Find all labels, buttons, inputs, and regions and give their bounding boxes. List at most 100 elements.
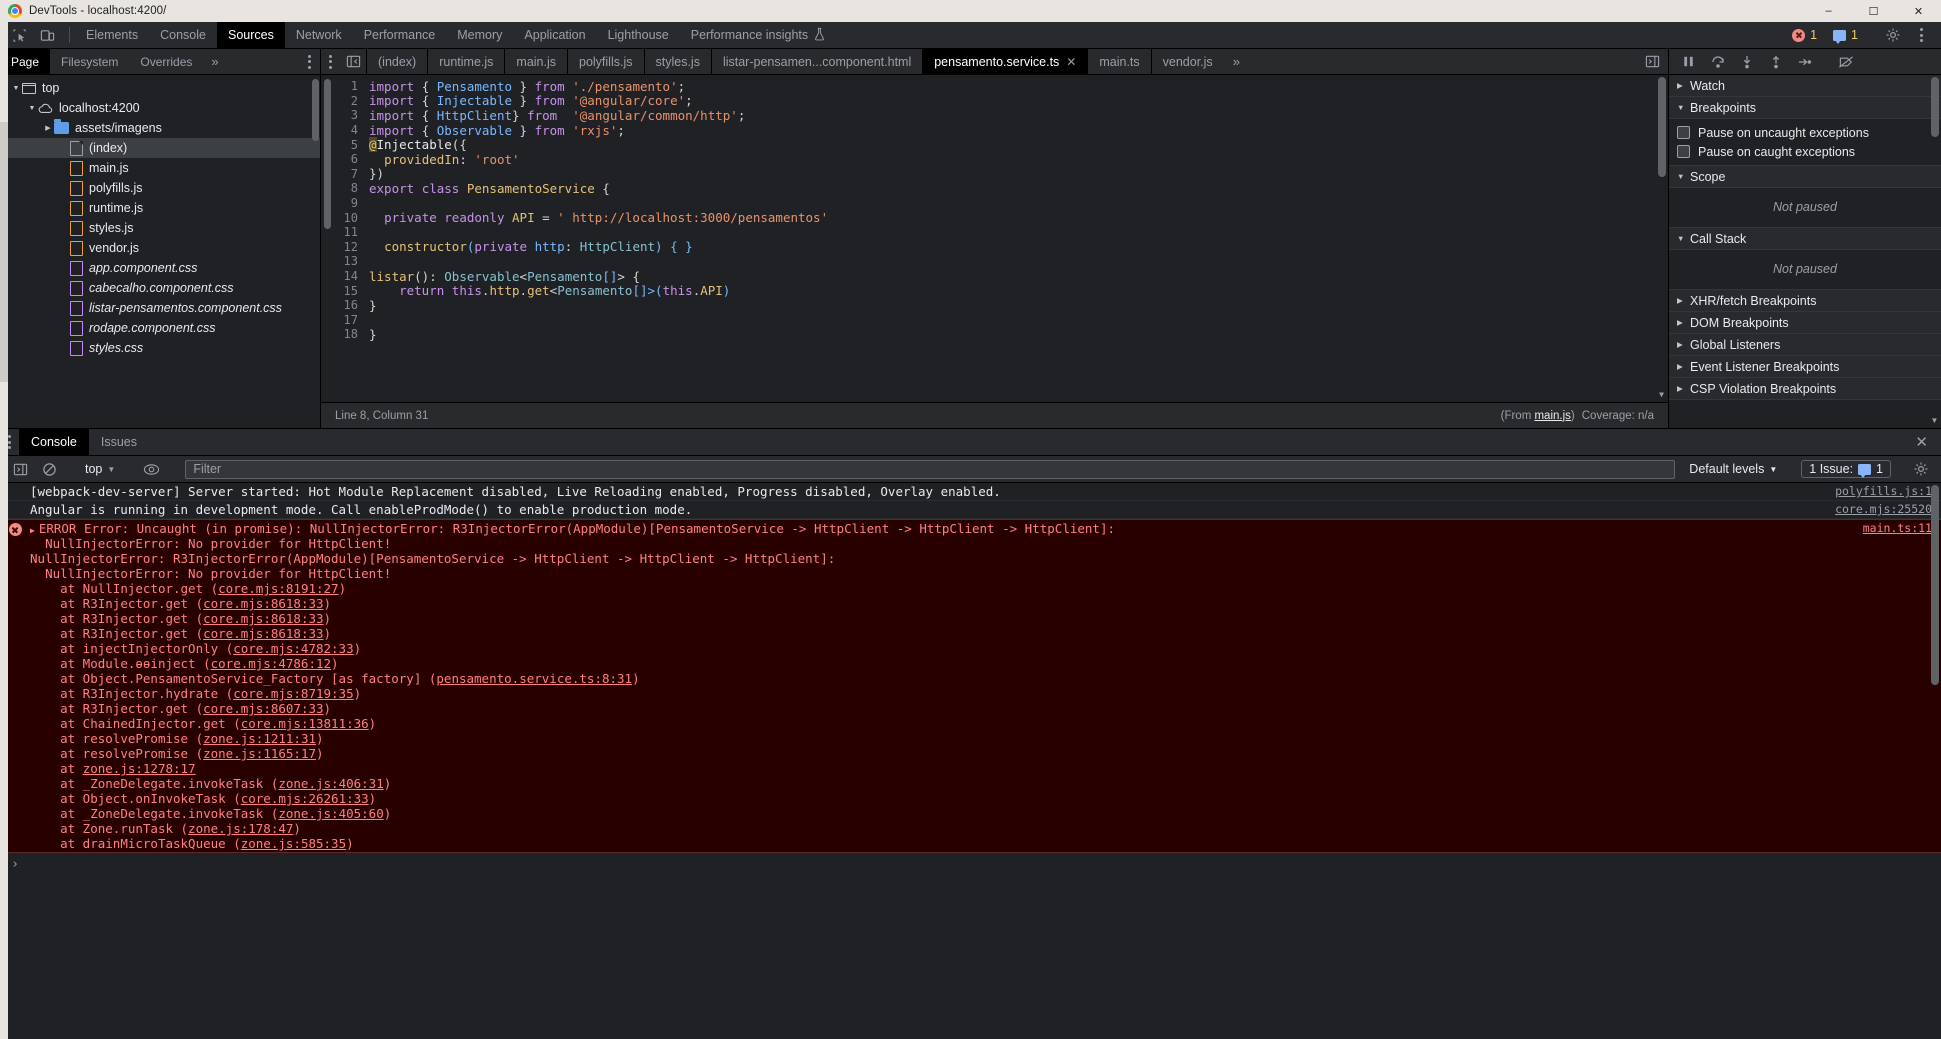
file-tree-item[interactable]: (index) (0, 138, 320, 158)
console-source-link[interactable]: polyfills.js:1 (1835, 484, 1932, 498)
line-number[interactable]: 7 (335, 167, 369, 181)
editor-tab-main-js[interactable]: main.js (504, 49, 567, 74)
show-navigator-icon[interactable] (340, 49, 366, 74)
editor-tab-runtime-js[interactable]: runtime.js (427, 49, 504, 74)
stack-frame-link[interactable]: core.mjs:8618:33 (203, 626, 323, 641)
tab-lighthouse[interactable]: Lighthouse (597, 22, 680, 48)
code-line[interactable]: 8 export class PensamentoService { (335, 181, 1668, 196)
file-tree-item[interactable]: rodape.component.css (0, 318, 320, 338)
code-line[interactable]: 11 (335, 225, 1668, 240)
line-number[interactable]: 6 (335, 152, 369, 166)
code-line[interactable]: 13 (335, 254, 1668, 269)
stack-frame-link[interactable]: zone.js:1165:17 (203, 746, 316, 761)
line-number[interactable]: 13 (335, 254, 369, 268)
step-out-icon[interactable] (1762, 51, 1789, 73)
code-line[interactable]: 2 import { Injectable } from '@angular/co… (335, 93, 1668, 108)
chevron-down-icon[interactable]: ▼ (26, 105, 38, 112)
stack-frame-link[interactable]: core.mjs:8618:33 (203, 596, 323, 611)
inspect-element-icon[interactable] (6, 24, 32, 47)
stack-frame-link[interactable]: pensamento.service.ts:8:31 (436, 671, 632, 686)
console-prompt[interactable]: › (0, 853, 1941, 872)
pause-resume-script-icon[interactable] (1675, 51, 1702, 73)
navigator-menu-button[interactable] (299, 49, 320, 74)
line-number[interactable]: 15 (335, 284, 369, 298)
issues-badge[interactable]: 1 Issue: 1 (1801, 460, 1891, 478)
stack-frame-link[interactable]: core.mjs:8191:27 (218, 581, 338, 596)
drawer-tab-console[interactable]: Console (19, 429, 89, 455)
toggle-panel-icon[interactable] (1637, 49, 1668, 74)
debugger-section-event-listener-breakpoints[interactable]: ▶ Event Listener Breakpoints (1669, 356, 1941, 378)
device-toolbar-icon[interactable] (34, 24, 60, 47)
file-tree-item[interactable]: styles.css (0, 338, 320, 358)
code-line[interactable]: 12 constructor(private http: HttpClient)… (335, 239, 1668, 254)
stack-frame-link[interactable]: core.mjs:8618:33 (203, 611, 323, 626)
line-number[interactable]: 9 (335, 196, 369, 210)
editor-tab-styles-js[interactable]: styles.js (643, 49, 711, 74)
checkbox[interactable] (1677, 126, 1690, 139)
line-number[interactable]: 16 (335, 298, 369, 312)
code-vertical-scrollbar[interactable] (1658, 77, 1666, 177)
debugger-section-csp-violation-breakpoints[interactable]: ▶ CSP Violation Breakpoints (1669, 378, 1941, 400)
console-log-row[interactable]: [webpack-dev-server] Server started: Hot… (0, 483, 1941, 501)
debugger-section-global-listeners[interactable]: ▶ Global Listeners (1669, 334, 1941, 356)
navigator-tab-filesystem[interactable]: Filesystem (50, 49, 129, 74)
file-tree-item[interactable]: main.js (0, 158, 320, 178)
code-lines[interactable]: 1 import { Pensamento } from './pensament… (335, 75, 1668, 402)
close-icon[interactable]: ✕ (1066, 55, 1076, 69)
editor-overflow-tabs-icon[interactable]: » (1224, 49, 1249, 74)
editor-tab-vendor-js[interactable]: vendor.js (1150, 49, 1224, 74)
code-line[interactable]: 4 import { Observable } from 'rxjs'; (335, 123, 1668, 138)
source-origin-link[interactable]: main.js (1534, 410, 1570, 422)
file-tree-item[interactable]: app.component.css (0, 258, 320, 278)
line-number[interactable]: 10 (335, 211, 369, 225)
stack-frame-link[interactable]: zone.js:178:47 (188, 821, 293, 836)
kebab-menu-icon[interactable] (1908, 24, 1934, 47)
code-line[interactable]: 18} (335, 327, 1668, 342)
maximize-button[interactable]: ☐ (1851, 0, 1896, 22)
stack-frame-link[interactable]: zone.js:585:35 (241, 836, 346, 851)
line-number[interactable]: 12 (335, 240, 369, 254)
step-over-icon[interactable] (1704, 51, 1731, 73)
file-tree-item[interactable]: polyfills.js (0, 178, 320, 198)
editor-tab-pensamento-service-ts[interactable]: pensamento.service.ts ✕ (922, 49, 1088, 74)
line-number[interactable]: 4 (335, 123, 369, 137)
chevron-right-icon[interactable]: ▶ (42, 124, 54, 132)
line-number[interactable]: 3 (335, 108, 369, 122)
stack-frame-link[interactable]: core.mjs:4786:12 (211, 656, 331, 671)
stack-frame-link[interactable]: core.mjs:8719:35 (233, 686, 353, 701)
console-log-levels-dropdown[interactable]: Default levels ▼ (1682, 460, 1784, 478)
file-tree-item[interactable]: vendor.js (0, 238, 320, 258)
code-line[interactable]: 10 private readonly API = ' http://local… (335, 210, 1668, 225)
code-line[interactable]: 16} (335, 298, 1668, 313)
console-messages[interactable]: [webpack-dev-server] Server started: Hot… (0, 483, 1941, 1039)
line-number[interactable]: 1 (335, 79, 369, 93)
warning-count-badge[interactable]: 1 (1826, 26, 1865, 44)
code-line[interactable]: 6 providedIn: 'root' (335, 152, 1668, 167)
debugger-section-watch[interactable]: ▶ Watch (1669, 75, 1941, 97)
stack-frame-link[interactable]: zone.js:405:60 (278, 806, 383, 821)
file-tree-item[interactable]: runtime.js (0, 198, 320, 218)
editor-tab-main-ts[interactable]: main.ts (1087, 49, 1150, 74)
line-number[interactable]: 8 (335, 181, 369, 195)
editor-menu-button[interactable] (321, 49, 340, 74)
tab-network[interactable]: Network (285, 22, 353, 48)
file-tree-item[interactable]: ▶ assets/imagens (0, 118, 320, 138)
stack-frame-link[interactable]: zone.js:1278:17 (83, 761, 196, 776)
line-number[interactable]: 2 (335, 94, 369, 108)
scroll-down-arrow[interactable]: ▼ (1656, 389, 1667, 400)
console-source-link[interactable]: core.mjs:25520 (1835, 502, 1932, 516)
tab-application[interactable]: Application (513, 22, 596, 48)
code-line[interactable]: 3 import { HttpClient} from '@angular/com… (335, 108, 1668, 123)
tab-console[interactable]: Console (149, 22, 217, 48)
error-count-badge[interactable]: 1 (1785, 26, 1824, 44)
line-number[interactable]: 14 (335, 269, 369, 283)
line-number[interactable]: 11 (335, 225, 369, 239)
step-icon[interactable] (1791, 51, 1818, 73)
debugger-section-scope[interactable]: ▼ Scope (1669, 166, 1941, 188)
pause-uncaught-row[interactable]: Pause on uncaught exceptions (1669, 123, 1941, 142)
pause-caught-row[interactable]: Pause on caught exceptions (1669, 142, 1941, 161)
checkbox[interactable] (1677, 145, 1690, 158)
stack-frame-link[interactable]: core.mjs:8607:33 (203, 701, 323, 716)
gear-icon[interactable] (1880, 24, 1906, 47)
editor-tab-polyfills-js[interactable]: polyfills.js (567, 49, 644, 74)
